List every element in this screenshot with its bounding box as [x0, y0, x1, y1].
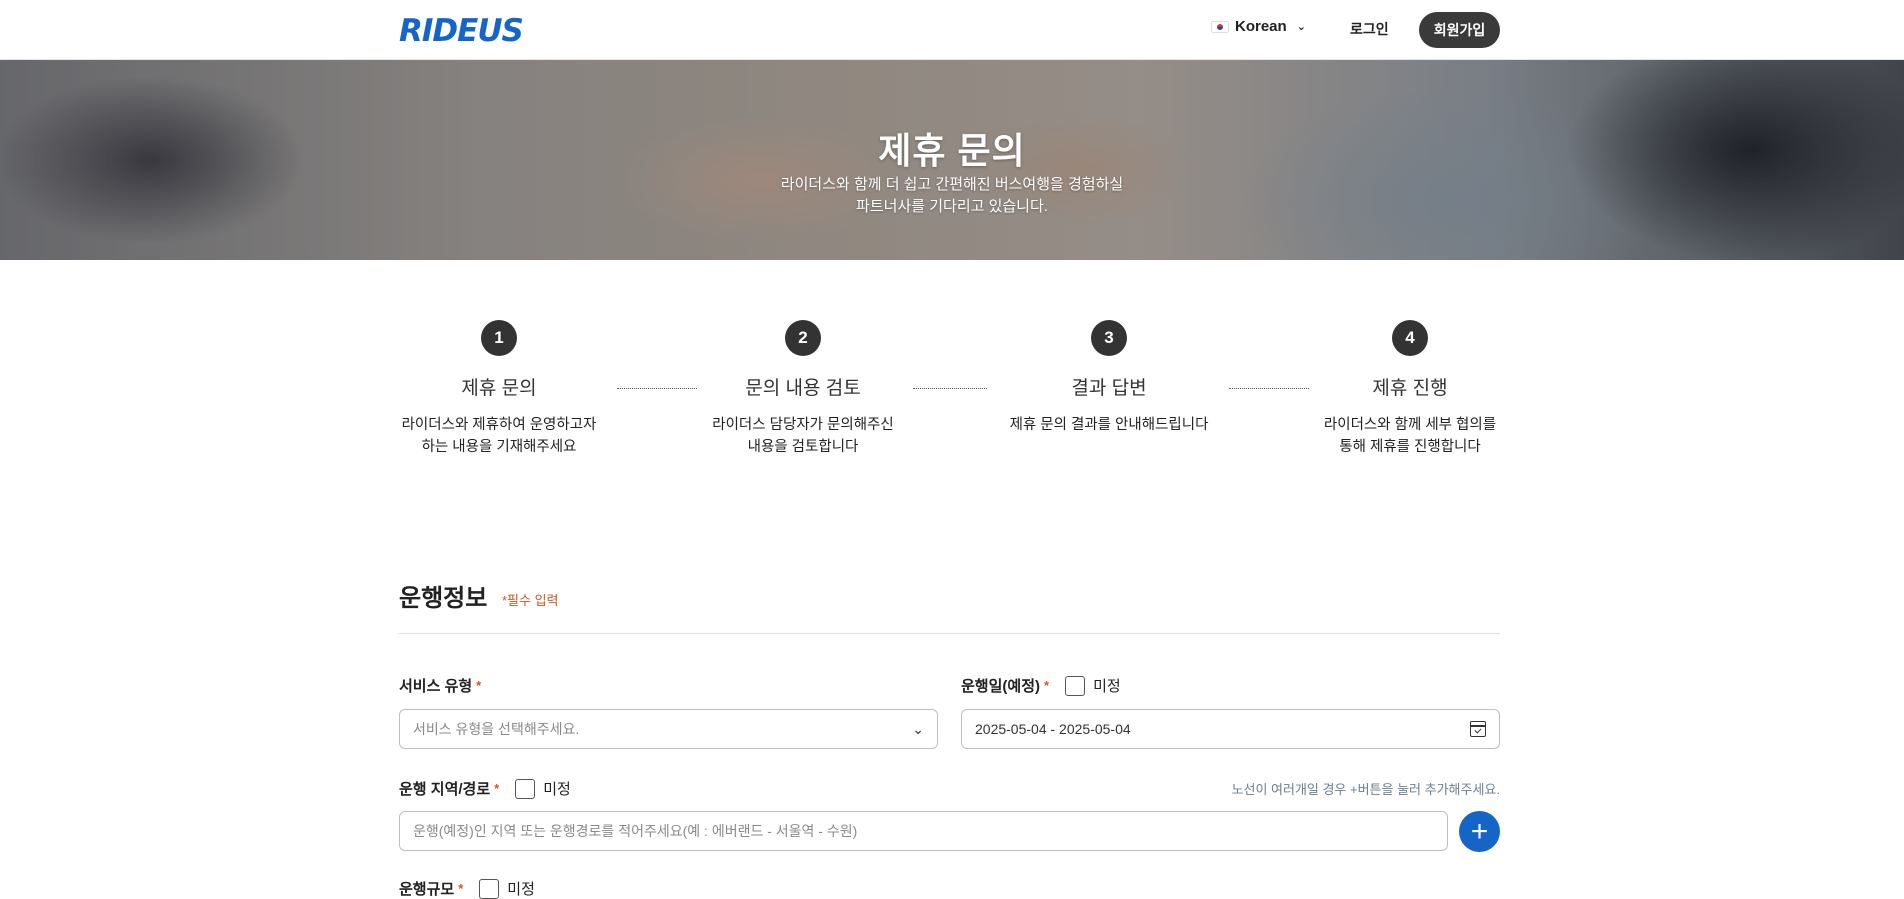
hero-title: 제휴 문의 [878, 130, 1026, 171]
login-link[interactable]: 로그인 [1350, 19, 1389, 39]
route-placeholder: 운행(예정)인 지역 또는 운행경로를 적어주세요(예 : 에버랜드 - 서울역… [413, 823, 858, 839]
service-type-label: 서비스 유형 * [399, 675, 481, 696]
route-hint: 노선이 여러개일 경우 +버튼을 눌러 추가해주세요. [1231, 782, 1500, 797]
step-title: 결과 답변 [1071, 378, 1147, 399]
required-note: *필수 입력 [502, 593, 559, 608]
label-text: 운행 지역/경로 [399, 781, 491, 798]
chevron-down-icon: ⌄ [1296, 21, 1306, 33]
step-desc-line: 라이더스 담당자가 문의해주신 [712, 417, 894, 433]
step-number: 4 [1392, 320, 1428, 356]
required-star: * [494, 781, 500, 796]
section-title: 운행정보 [399, 585, 488, 612]
required-star: * [1044, 678, 1050, 693]
step-connector [913, 388, 987, 389]
checkbox-box[interactable] [1065, 675, 1086, 696]
label-text: 서비스 유형 [399, 678, 473, 695]
add-route-button[interactable]: + [1459, 811, 1500, 852]
step-desc-line: 제휴 문의 결과를 안내해드립니다 [1009, 417, 1209, 433]
signup-button[interactable]: 회원가입 [1419, 12, 1500, 48]
step-desc-line: 통해 제휴를 진행합니다 [1339, 439, 1481, 455]
step-title: 문의 내용 검토 [745, 378, 861, 399]
checkbox-label: 미정 [1093, 678, 1121, 695]
process-steps: 1 제휴 문의 라이더스와 제휴하여 운영하고자 하는 내용을 기재해주세요 2… [399, 320, 1500, 470]
step-description: 라이더스와 제휴하여 운영하고자 하는 내용을 기재해주세요 [389, 414, 609, 458]
checkbox-box[interactable] [515, 778, 536, 799]
step-description: 라이더스 담당자가 문의해주신 내용을 검토합니다 [693, 414, 913, 458]
plus-icon: + [1470, 814, 1489, 848]
step-number: 3 [1091, 320, 1127, 356]
language-label: Korean [1235, 18, 1287, 35]
step-desc-line: 내용을 검토합니다 [747, 439, 859, 455]
run-date-label: 운행일(예정) * 미정 [961, 675, 1121, 696]
section-divider [399, 633, 1500, 634]
calendar-icon[interactable] [1470, 721, 1486, 737]
run-date-input[interactable]: 2025-05-04 - 2025-05-04 [961, 709, 1500, 749]
hero-subtitle: 라이더스와 함께 더 쉽고 간편해진 버스여행을 경험하실 파트너사를 기다리고… [0, 174, 1904, 218]
step-connector [1229, 388, 1309, 389]
route-input[interactable]: 운행(예정)인 지역 또는 운행경로를 적어주세요(예 : 에버랜드 - 서울역… [399, 811, 1448, 851]
step-number: 1 [481, 320, 517, 356]
hero-subtitle-line2: 파트너사를 기다리고 있습니다. [856, 198, 1048, 215]
required-star: * [476, 678, 482, 693]
hero-subtitle-line1: 라이더스와 함께 더 쉽고 간편해진 버스여행을 경험하실 [780, 176, 1124, 193]
step-1: 1 제휴 문의 라이더스와 제휴하여 운영하고자 하는 내용을 기재해주세요 [389, 320, 609, 458]
service-type-select[interactable]: 서비스 유형을 선택해주세요. ⌄ [399, 709, 938, 749]
hero-banner: 제휴 문의 라이더스와 함께 더 쉽고 간편해진 버스여행을 경험하실 파트너사… [0, 60, 1904, 260]
step-description: 제휴 문의 결과를 안내해드립니다 [999, 414, 1219, 436]
step-desc-line: 라이더스와 제휴하여 운영하고자 [401, 417, 597, 433]
step-desc-line: 라이더스와 함께 세부 협의를 [1323, 417, 1497, 433]
step-4: 4 제휴 진행 라이더스와 함께 세부 협의를 통해 제휴를 진행합니다 [1300, 320, 1520, 458]
step-title: 제휴 문의 [461, 378, 537, 399]
route-undecided-checkbox[interactable]: 미정 [515, 778, 571, 799]
rideus-logo[interactable]: RIDEUS [399, 13, 524, 49]
run-date-value: 2025-05-04 - 2025-05-04 [975, 721, 1131, 737]
language-selector[interactable]: Korean ⌄ [1211, 18, 1306, 35]
step-desc-line: 하는 내용을 기재해주세요 [421, 439, 577, 455]
step-description: 라이더스와 함께 세부 협의를 통해 제휴를 진행합니다 [1300, 414, 1520, 458]
route-label: 운행 지역/경로 * 미정 [399, 778, 571, 799]
step-number: 2 [785, 320, 821, 356]
run-date-undecided-checkbox[interactable]: 미정 [1065, 675, 1121, 696]
checkbox-label: 미정 [543, 781, 571, 798]
step-connector [617, 388, 697, 389]
step-2: 2 문의 내용 검토 라이더스 담당자가 문의해주신 내용을 검토합니다 [693, 320, 913, 458]
site-header: RIDEUS Korean ⌄ 로그인 회원가입 [0, 0, 1904, 60]
label-text: 운행일(예정) [961, 678, 1040, 695]
service-type-placeholder: 서비스 유형을 선택해주세요. [413, 721, 580, 737]
chevron-down-icon: ⌄ [912, 720, 924, 737]
step-3: 3 결과 답변 제휴 문의 결과를 안내해드립니다 [999, 320, 1219, 436]
korea-flag-icon [1211, 20, 1229, 33]
step-title: 제휴 진행 [1372, 378, 1448, 399]
